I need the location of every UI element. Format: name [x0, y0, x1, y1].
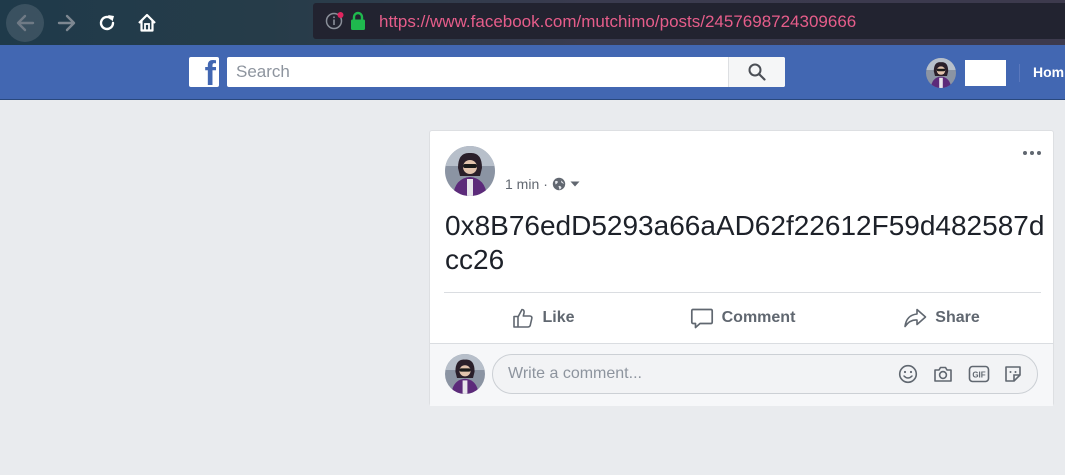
share-arrow-icon — [904, 308, 927, 328]
sticker-icon[interactable] — [1003, 364, 1023, 384]
post-text: 0x8B76edD5293a66aAD62f22612F59d482587dcc… — [445, 210, 1045, 275]
lock-icon — [351, 11, 365, 30]
camera-icon[interactable] — [933, 364, 953, 384]
post-timestamp: 1 min · — [505, 176, 580, 192]
browser-toolbar: https://www.facebook.com/mutchimo/posts/… — [0, 0, 1065, 45]
share-button[interactable]: Share — [842, 294, 1041, 342]
profile-name-button[interactable] — [965, 60, 1006, 86]
globe-icon[interactable] — [552, 177, 566, 191]
post-author-avatar[interactable] — [445, 146, 495, 196]
comment-input[interactable] — [493, 355, 883, 393]
facebook-header: f Hom — [0, 45, 1065, 100]
address-bar[interactable]: https://www.facebook.com/mutchimo/posts/… — [313, 3, 1065, 39]
more-dot — [1023, 151, 1027, 155]
like-label: Like — [542, 309, 575, 326]
action-divider — [444, 292, 1041, 293]
emoji-icon[interactable] — [898, 364, 918, 384]
search-button[interactable] — [728, 57, 785, 87]
thumbs-up-icon — [513, 308, 534, 328]
profile-avatar[interactable] — [926, 58, 956, 88]
gif-icon[interactable]: GIF — [968, 364, 990, 384]
forward-button[interactable] — [48, 4, 86, 42]
reload-icon — [99, 15, 115, 31]
commenter-avatar[interactable] — [445, 354, 485, 394]
post-time-separator: · — [543, 176, 548, 192]
back-button[interactable] — [6, 4, 44, 42]
forward-arrow-icon — [57, 14, 76, 32]
header-divider — [1019, 64, 1020, 82]
comment-bubble-icon — [690, 308, 713, 329]
avatar-image — [445, 146, 495, 196]
home-link[interactable]: Hom — [1033, 64, 1064, 80]
avatar-image — [445, 354, 485, 394]
more-dot — [1030, 151, 1034, 155]
site-info-icon[interactable] — [325, 11, 345, 31]
back-arrow-icon — [16, 14, 35, 32]
home-button[interactable] — [128, 4, 166, 42]
svg-text:GIF: GIF — [972, 371, 985, 380]
more-dot — [1037, 151, 1041, 155]
more-options-button[interactable] — [1023, 151, 1041, 155]
facebook-logo-letter: f — [204, 57, 216, 87]
home-icon — [138, 13, 156, 32]
avatar-image — [926, 58, 956, 88]
like-button[interactable]: Like — [444, 294, 643, 342]
comment-composer: GIF — [430, 344, 1053, 406]
post-time-text[interactable]: 1 min — [505, 176, 539, 192]
url-text[interactable]: https://www.facebook.com/mutchimo/posts/… — [379, 12, 856, 32]
comment-button[interactable]: Comment — [643, 294, 842, 342]
comment-label: Comment — [721, 309, 796, 326]
reload-button[interactable] — [88, 4, 126, 42]
search-icon — [748, 63, 766, 81]
search-bar — [227, 57, 785, 87]
facebook-logo[interactable]: f — [189, 57, 219, 87]
search-input[interactable] — [227, 57, 727, 87]
share-label: Share — [935, 309, 980, 326]
post-card: 1 min · 0x8B76edD5293a66aAD62f22612F59d4… — [429, 130, 1054, 406]
comment-box: GIF — [492, 354, 1038, 394]
audience-dropdown-icon[interactable] — [570, 180, 580, 188]
comment-tools: GIF — [898, 364, 1023, 384]
post-actions: Like Comment Share — [444, 294, 1041, 342]
